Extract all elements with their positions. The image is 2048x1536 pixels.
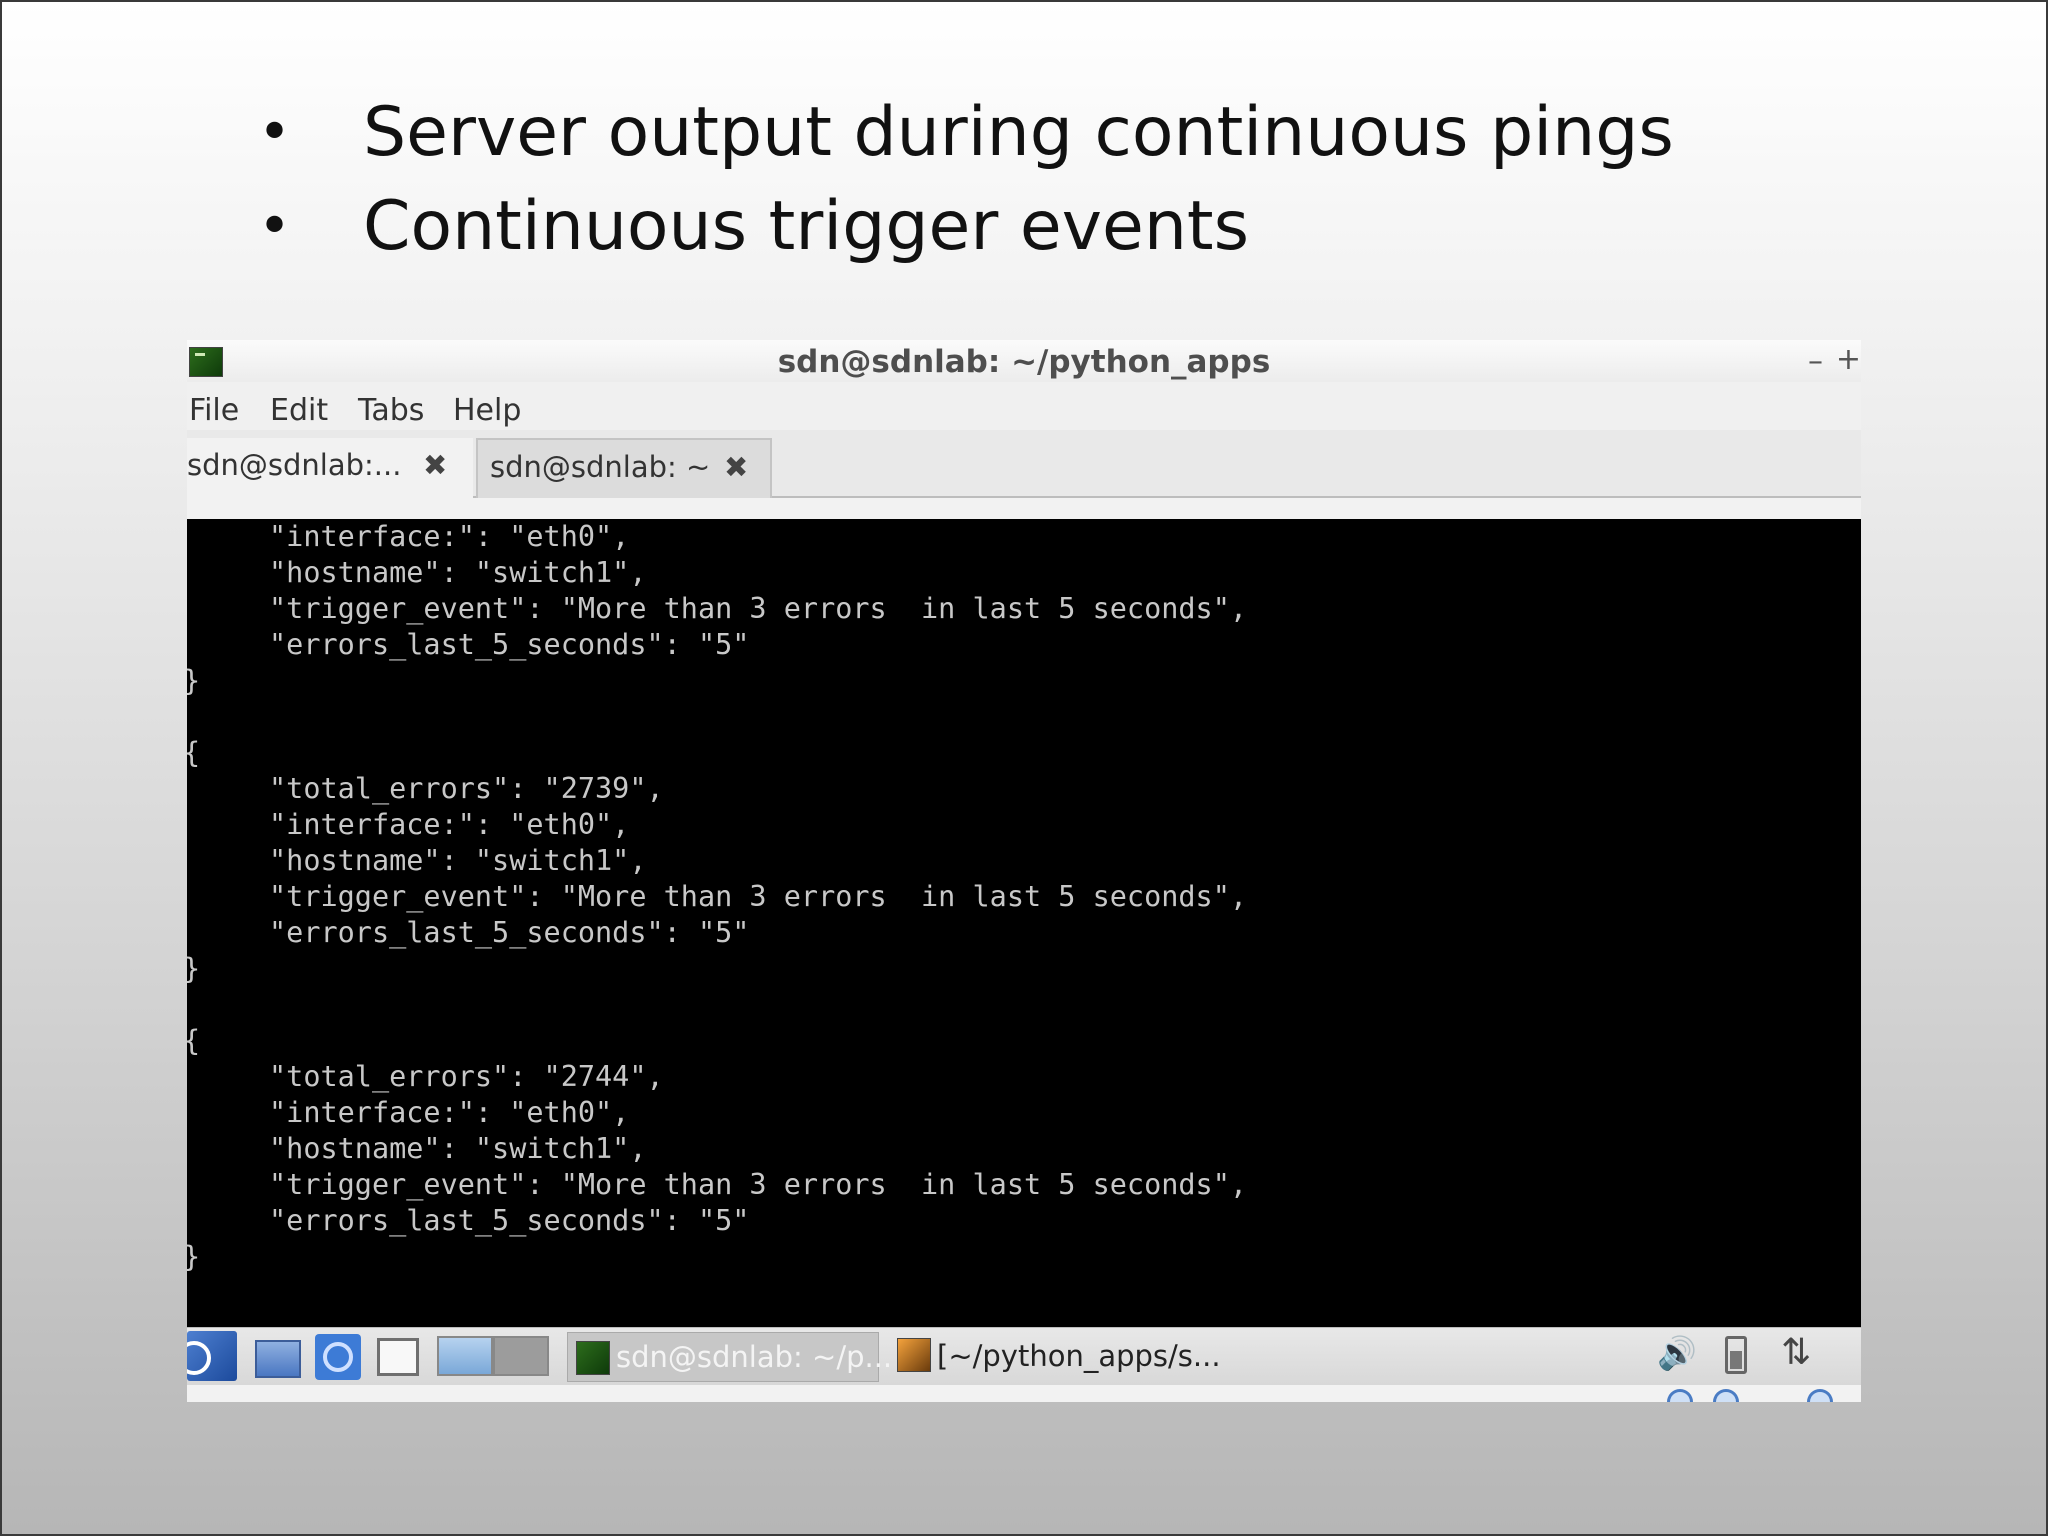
workspace-2-button[interactable]	[493, 1336, 549, 1376]
terminal-line: "interface:": "eth0",	[269, 808, 630, 841]
file-manager-icon[interactable]	[255, 1340, 301, 1378]
terminal-line: "trigger_event": "More than 3 errors in …	[269, 880, 1248, 913]
maximize-button[interactable]: +	[1836, 342, 1861, 377]
tab-bar: sdn@sdnlab:... ✖ sdn@sdnlab: ~ ✖	[187, 430, 1861, 498]
show-windows-icon[interactable]	[377, 1338, 419, 1376]
terminal-output[interactable]: "interface:": "eth0", "hostname": "switc…	[187, 519, 1861, 1327]
bullet-text: Server output during continuous pings	[363, 93, 1674, 172]
tab-terminal-1[interactable]: sdn@sdnlab:... ✖	[187, 438, 473, 498]
terminal-line: "hostname": "switch1",	[269, 1132, 647, 1165]
terminal-icon	[576, 1341, 610, 1375]
tab-label: sdn@sdnlab: ~	[490, 450, 711, 484]
bullet-dot: •	[258, 100, 292, 165]
menu-tabs[interactable]: Tabs	[358, 393, 424, 428]
volume-icon[interactable]: 🔊	[1657, 1334, 1697, 1372]
tab-close-icon[interactable]: ✖	[724, 440, 748, 494]
tab-close-icon[interactable]: ✖	[423, 438, 447, 492]
taskbar-item-terminal[interactable]: sdn@sdnlab: ~/p...	[567, 1332, 892, 1382]
terminal-window: sdn@sdnlab: ~/python_apps – + File Edit …	[187, 340, 1861, 1402]
terminal-line: "trigger_event": "More than 3 errors in …	[269, 1168, 1248, 1201]
bullet-dot: •	[258, 194, 292, 259]
tray-icon[interactable]	[1667, 1389, 1693, 1402]
browser-icon[interactable]	[315, 1334, 361, 1380]
tray-icon[interactable]	[1713, 1389, 1739, 1402]
terminal-line: "errors_last_5_seconds": "5"	[269, 916, 750, 949]
terminal-line: }	[187, 1239, 200, 1275]
bullet-item: • Continuous trigger events	[258, 180, 1674, 274]
minimize-button[interactable]: –	[1808, 344, 1823, 379]
bullet-text: Continuous trigger events	[363, 187, 1250, 266]
window-titlebar[interactable]: sdn@sdnlab: ~/python_apps – +	[187, 340, 1861, 382]
terminal-line: "hostname": "switch1",	[269, 844, 647, 877]
start-menu-icon[interactable]	[187, 1331, 237, 1381]
terminal-line: "total_errors": "2744",	[269, 1060, 664, 1093]
menu-help[interactable]: Help	[453, 393, 521, 428]
terminal-line: {	[187, 1023, 200, 1059]
bullet-item: • Server output during continuous pings	[258, 86, 1674, 180]
terminal-line: "interface:": "eth0",	[269, 520, 630, 553]
terminal-line: }	[187, 951, 200, 987]
network-icon[interactable]: ⇅	[1781, 1332, 1811, 1373]
taskbar-item-label: sdn@sdnlab: ~/p...	[616, 1340, 893, 1374]
terminal-line: }	[187, 663, 200, 699]
text-editor-icon	[897, 1338, 931, 1372]
terminal-line: {	[187, 735, 200, 771]
workspace-1-button[interactable]	[437, 1336, 493, 1376]
menu-bar	[187, 382, 1861, 430]
terminal-line: "total_errors": "2739",	[269, 772, 664, 805]
menu-edit[interactable]: Edit	[270, 393, 328, 428]
tab-terminal-2[interactable]: sdn@sdnlab: ~ ✖	[476, 438, 772, 498]
terminal-line: "interface:": "eth0",	[269, 1096, 630, 1129]
taskbar: sdn@sdnlab: ~/p... [~/python_apps/s... 🔊…	[187, 1327, 1861, 1385]
tray-icon[interactable]	[1807, 1389, 1833, 1402]
taskbar-item-editor[interactable]: [~/python_apps/s...	[895, 1332, 1235, 1382]
window-title: sdn@sdnlab: ~/python_apps	[777, 344, 1271, 380]
system-tray-strip	[1477, 1385, 1861, 1402]
battery-icon[interactable]	[1725, 1336, 1747, 1374]
terminal-line: "errors_last_5_seconds": "5"	[269, 628, 750, 661]
terminal-line: "errors_last_5_seconds": "5"	[269, 1204, 750, 1237]
tab-label: sdn@sdnlab:...	[187, 448, 402, 482]
taskbar-item-label: [~/python_apps/s...	[937, 1339, 1221, 1373]
terminal-line: "trigger_event": "More than 3 errors in …	[269, 592, 1248, 625]
terminal-line: "hostname": "switch1",	[269, 556, 647, 589]
slide-bullet-list: • Server output during continuous pings …	[258, 86, 1674, 274]
menu-file[interactable]: File	[189, 393, 239, 428]
